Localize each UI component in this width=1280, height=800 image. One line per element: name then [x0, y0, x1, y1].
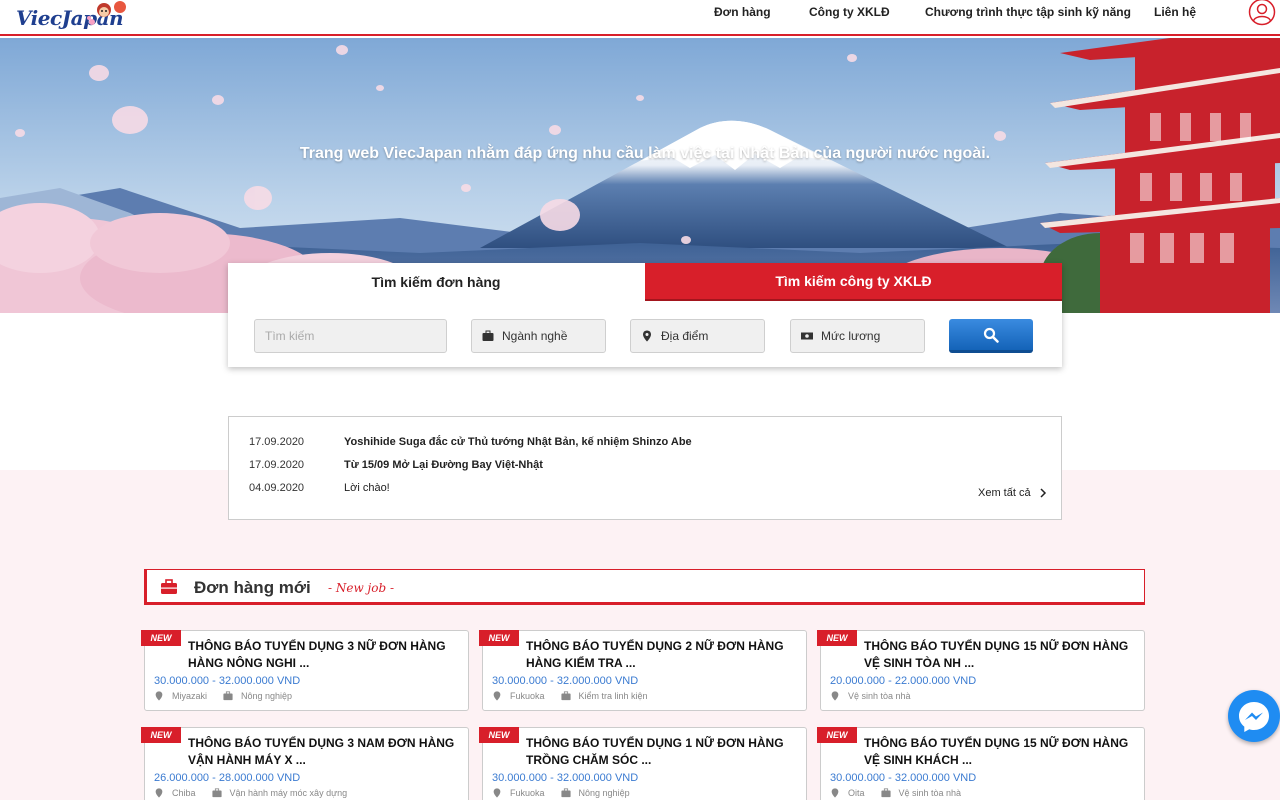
map-pin-icon — [831, 788, 839, 798]
money-icon — [801, 332, 813, 340]
nav-contact[interactable]: Liên hệ — [1154, 5, 1196, 19]
job-title[interactable]: THÔNG BÁO TUYỂN DỤNG 15 NỮ ĐƠN HÀNG VỆ S… — [864, 638, 1139, 672]
job-title[interactable]: THÔNG BÁO TUYỂN DỤNG 3 NAM ĐƠN HÀNG VẬN … — [188, 735, 463, 769]
news-title[interactable]: Lời chào! — [344, 482, 390, 496]
job-location: Oita — [848, 788, 865, 798]
news-date: 17.09.2020 — [249, 436, 305, 448]
job-card[interactable]: NEW THÔNG BÁO TUYỂN DỤNG 1 NỮ ĐƠN HÀNG T… — [479, 727, 807, 800]
search-panel: Tìm kiếm đơn hàng Tìm kiếm công ty XKLĐ … — [228, 263, 1062, 367]
new-badge: NEW — [479, 727, 519, 743]
section-subtitle: - New job - — [328, 581, 395, 595]
search-input[interactable] — [265, 329, 446, 343]
keyword-field[interactable] — [254, 319, 447, 353]
map-pin-icon — [493, 691, 501, 701]
location-label: Địa điểm — [661, 329, 709, 343]
job-category: Vệ sinh tòa nhà — [898, 788, 962, 798]
news-item[interactable]: 04.09.2020 Lời chào! — [249, 482, 390, 496]
job-meta: Vệ sinh tòa nhà — [830, 691, 911, 701]
job-meta: Chiba Vận hành máy móc xây dựng — [154, 788, 347, 798]
job-location: Fukuoka — [510, 691, 545, 701]
see-all-label: Xem tất cả — [978, 487, 1031, 499]
job-category: Nông nghiệp — [578, 788, 630, 798]
job-salary: 30.000.000 - 32.000.000 VND — [830, 772, 977, 784]
news-item[interactable]: 17.09.2020 Từ 15/09 Mở Lại Đường Bay Việ… — [249, 459, 543, 473]
job-salary: 20.000.000 - 22.000.000 VND — [830, 675, 977, 687]
industry-select[interactable]: Ngành nghề — [471, 319, 606, 353]
news-title[interactable]: Từ 15/09 Mở Lại Đường Bay Việt-Nhật — [344, 459, 543, 473]
tab-search-companies[interactable]: Tìm kiếm công ty XKLĐ — [645, 263, 1062, 301]
briefcase-icon — [880, 788, 891, 798]
new-badge: NEW — [141, 630, 181, 646]
messenger-chat-button[interactable] — [1228, 690, 1280, 742]
job-card[interactable]: NEW THÔNG BÁO TUYỂN DỤNG 3 NỮ ĐƠN HÀNG H… — [141, 630, 469, 711]
job-category: Kiểm tra linh kiện — [578, 691, 648, 701]
map-pin-icon — [643, 330, 651, 342]
nav-companies[interactable]: Công ty XKLĐ — [809, 5, 890, 19]
briefcase-icon — [211, 788, 222, 798]
briefcase-icon — [560, 788, 571, 798]
job-location: Chiba — [172, 788, 196, 798]
job-category: Vận hành máy móc xây dựng — [229, 788, 348, 798]
new-badge: NEW — [817, 727, 857, 743]
job-card[interactable]: NEW THÔNG BÁO TUYỂN DỤNG 15 NỮ ĐƠN HÀNG … — [817, 727, 1145, 800]
search-button[interactable] — [949, 319, 1033, 353]
job-title[interactable]: THÔNG BÁO TUYỂN DỤNG 2 NỮ ĐƠN HÀNG HÀNG … — [526, 638, 801, 672]
map-pin-icon — [155, 691, 163, 701]
location-select[interactable]: Địa điểm — [630, 319, 765, 353]
job-title[interactable]: THÔNG BÁO TUYỂN DỤNG 1 NỮ ĐƠN HÀNG TRỒNG… — [526, 735, 801, 769]
see-all-link[interactable]: Xem tất cả — [978, 487, 1049, 499]
news-title[interactable]: Yoshihide Suga đắc cử Thủ tướng Nhật Bản… — [344, 436, 692, 450]
job-meta: Miyazaki Nông nghiệp — [154, 691, 292, 701]
new-badge: NEW — [479, 630, 519, 646]
new-jobs-header: Đơn hàng mới - New job - — [144, 569, 1145, 605]
job-salary: 26.000.000 - 28.000.000 VND — [154, 772, 301, 784]
job-salary: 30.000.000 - 32.000.000 VND — [154, 675, 301, 687]
job-card[interactable]: NEW THÔNG BÁO TUYỂN DỤNG 3 NAM ĐƠN HÀNG … — [141, 727, 469, 800]
job-category: Nông nghiệp — [241, 691, 293, 701]
map-pin-icon — [155, 788, 163, 798]
job-salary: 30.000.000 - 32.000.000 VND — [492, 772, 639, 784]
chevron-right-icon — [1040, 488, 1046, 498]
industry-label: Ngành nghề — [502, 329, 568, 343]
job-card[interactable]: NEW THÔNG BÁO TUYỂN DỤNG 2 NỮ ĐƠN HÀNG H… — [479, 630, 807, 711]
search-icon — [983, 327, 999, 343]
messenger-icon — [1239, 702, 1269, 732]
user-icon[interactable] — [1248, 0, 1276, 26]
hero-tagline: Trang web ViecJapan nhằm đáp ứng nhu cầu… — [299, 145, 991, 162]
new-badge: NEW — [817, 630, 857, 646]
site-logo[interactable]: ViecJapan — [12, 0, 126, 34]
nav-orders[interactable]: Đơn hàng — [714, 5, 771, 19]
job-meta: Oita Vệ sinh tòa nhà — [830, 788, 961, 798]
nav-trainee-program[interactable]: Chương trình thực tập sinh kỹ năng — [925, 5, 1131, 19]
site-header: ViecJapan Đơn hàng Công ty XKLĐ Chương t… — [0, 0, 1280, 36]
job-card[interactable]: NEW THÔNG BÁO TUYỂN DỤNG 15 NỮ ĐƠN HÀNG … — [817, 630, 1145, 711]
briefcase-icon — [560, 691, 571, 701]
briefcase-icon — [161, 579, 177, 594]
job-title[interactable]: THÔNG BÁO TUYỂN DỤNG 3 NỮ ĐƠN HÀNG HÀNG … — [188, 638, 463, 672]
job-location: Fukuoka — [510, 788, 545, 798]
news-date: 04.09.2020 — [249, 482, 305, 494]
job-salary: 30.000.000 - 32.000.000 VND — [492, 675, 639, 687]
news-panel: 17.09.2020 Yoshihide Suga đắc cử Thủ tướ… — [228, 416, 1062, 520]
job-title[interactable]: THÔNG BÁO TUYỂN DỤNG 15 NỮ ĐƠN HÀNG VỆ S… — [864, 735, 1139, 769]
map-pin-icon — [493, 788, 501, 798]
salary-select[interactable]: Mức lương — [790, 319, 925, 353]
briefcase-icon — [482, 330, 494, 341]
salary-label: Mức lương — [821, 329, 881, 343]
job-category: Vệ sinh tòa nhà — [848, 691, 911, 701]
tab-search-orders[interactable]: Tìm kiếm đơn hàng — [228, 263, 644, 301]
job-meta: Fukuoka Nông nghiệp — [492, 788, 630, 798]
map-pin-icon — [831, 691, 839, 701]
logo-mascot-icon — [87, 1, 126, 25]
new-badge: NEW — [141, 727, 181, 743]
briefcase-icon — [223, 691, 233, 701]
job-meta: Fukuoka Kiểm tra linh kiện — [492, 691, 648, 701]
news-item[interactable]: 17.09.2020 Yoshihide Suga đắc cử Thủ tướ… — [249, 436, 692, 450]
section-title: Đơn hàng mới — [194, 578, 311, 597]
news-date: 17.09.2020 — [249, 459, 305, 471]
job-location: Miyazaki — [172, 691, 208, 701]
